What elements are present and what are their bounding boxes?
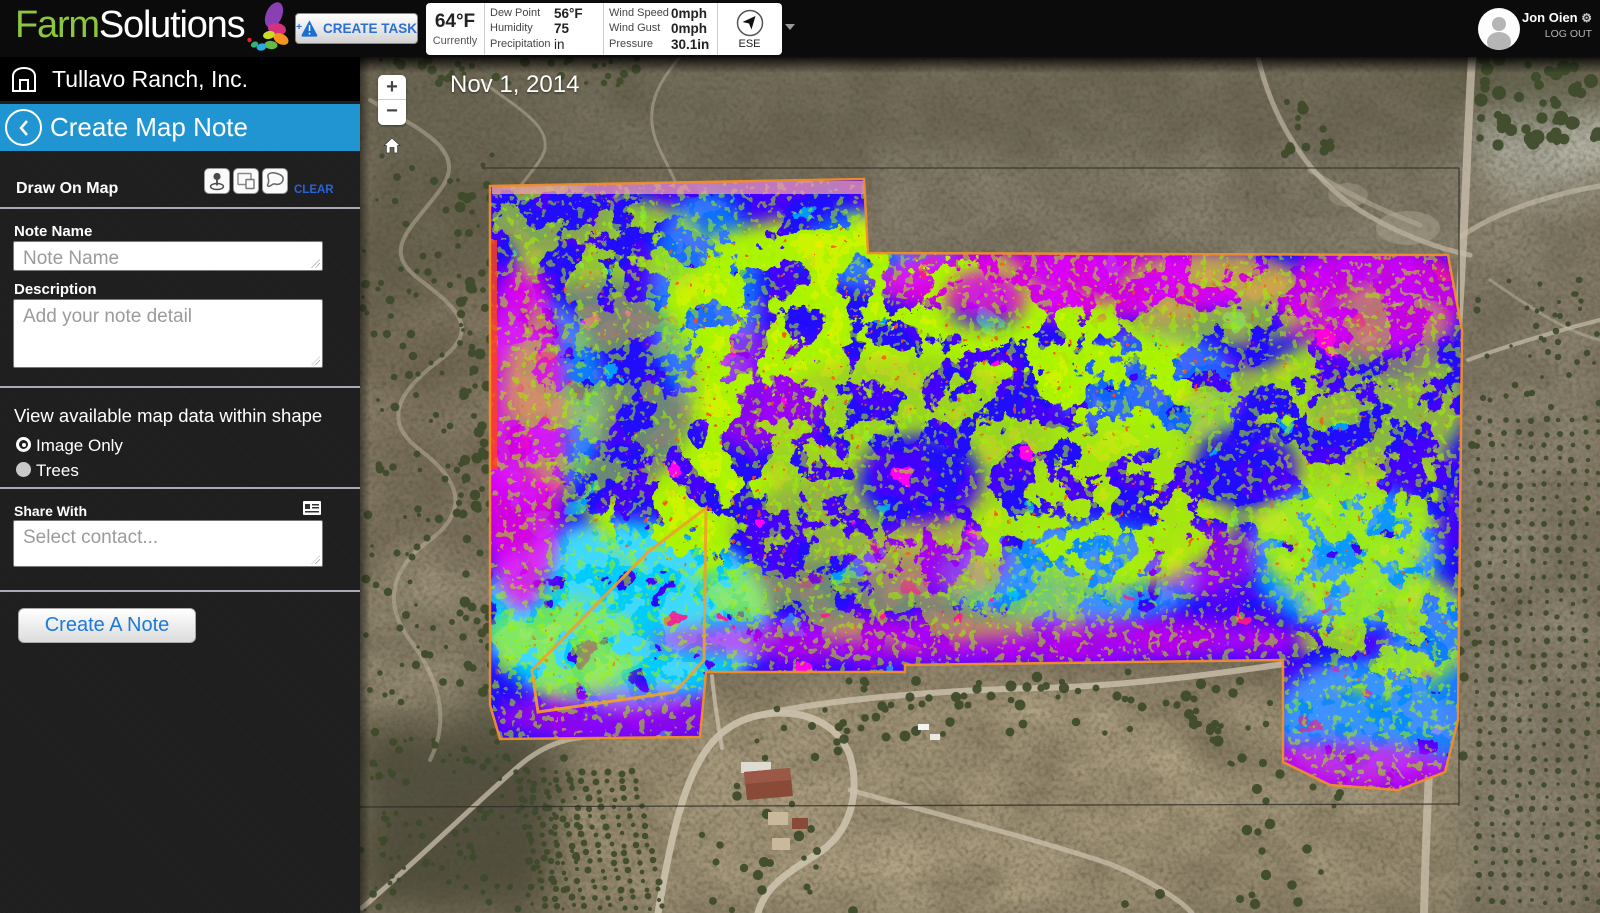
svg-text:+: + bbox=[296, 20, 302, 32]
